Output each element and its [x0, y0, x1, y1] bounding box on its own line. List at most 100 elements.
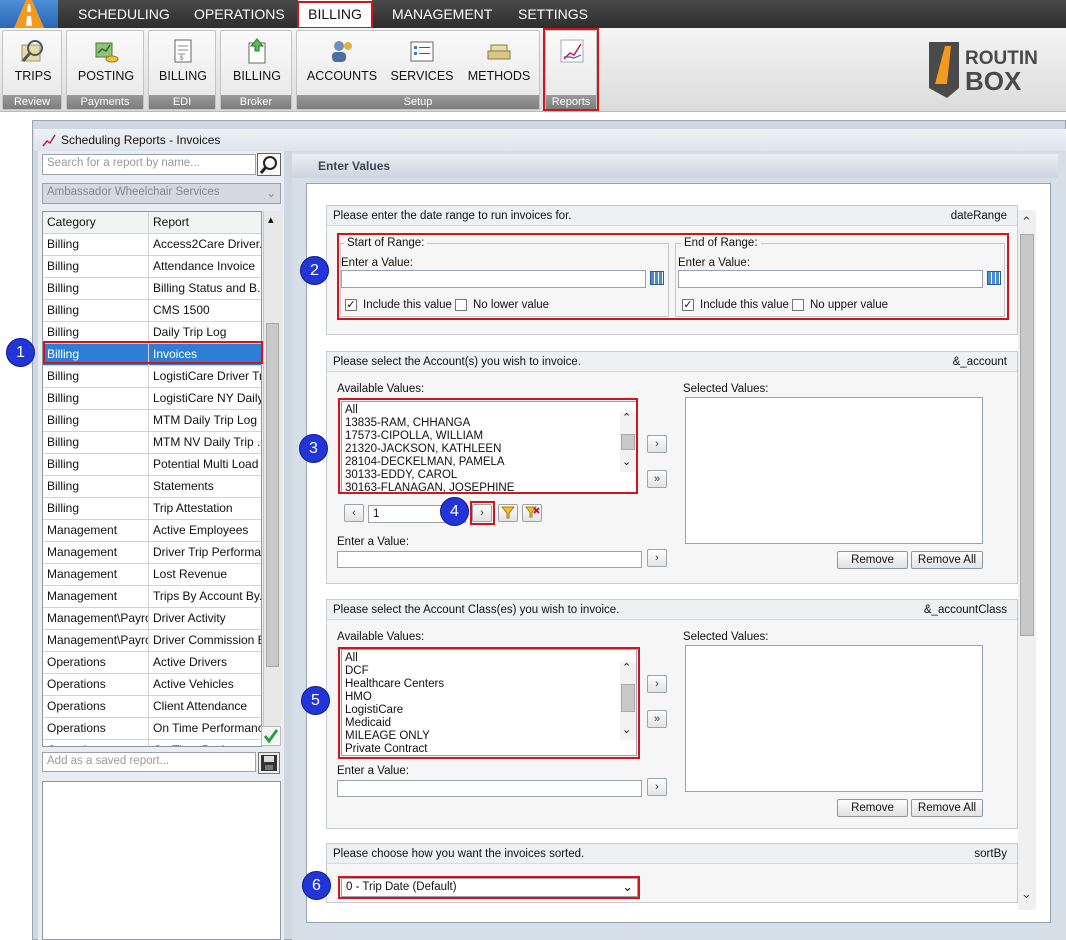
table-row[interactable]: Management\Payroll Driver Activity [43, 608, 261, 630]
company-select[interactable]: Ambassador Wheelchair Services ⌄ [42, 183, 281, 204]
class-value-input[interactable] [337, 780, 642, 797]
scroll-up-icon[interactable]: ⌃ [1021, 214, 1032, 230]
scroll-up-icon[interactable]: ▴ [268, 213, 274, 226]
scroll-down-icon[interactable]: ⌄ [622, 724, 631, 737]
list-item[interactable]: Private Contract [345, 743, 633, 755]
add-all-button[interactable]: » [647, 470, 667, 488]
grid-scroll-thumb[interactable] [266, 323, 279, 667]
sort-select[interactable]: 0 - Trip Date (Default) ⌄ [341, 878, 638, 897]
account-list-scrollbar[interactable]: ⌃ ⌄ [620, 412, 636, 472]
account-value-input[interactable] [337, 551, 642, 568]
class-list-scrollbar[interactable]: ⌃ ⌄ [620, 662, 636, 740]
menu-settings[interactable]: SETTINGS [514, 0, 592, 28]
clear-filter-button[interactable] [522, 504, 542, 522]
parameters-scroll-thumb[interactable] [1020, 234, 1034, 636]
list-item[interactable]: Healthcare Centers [345, 678, 633, 691]
list-item[interactable]: 30163-FLANAGAN, JOSEPHINE [345, 482, 633, 492]
table-row[interactable]: Billing MTM NV Daily Trip ... [43, 432, 261, 454]
class-add-value-button[interactable]: › [647, 778, 667, 796]
saved-report-name-input[interactable]: Add as a saved report... [42, 752, 256, 772]
list-item[interactable]: 30133-EDDY, CAROL [345, 469, 633, 482]
list-item[interactable]: HMO [345, 691, 633, 704]
services-button[interactable]: SERVICES [385, 33, 459, 93]
list-item[interactable]: MILEAGE ONLY [345, 730, 633, 743]
scroll-down-icon[interactable]: ⌄ [622, 456, 631, 469]
reports-button[interactable] [546, 33, 598, 93]
menu-operations[interactable]: OPERATIONS [190, 0, 289, 28]
no-upper-checkbox[interactable] [792, 299, 804, 311]
class-selected-list[interactable] [685, 645, 983, 792]
report-search-input[interactable]: Search for a report by name... [42, 154, 256, 175]
table-row[interactable]: Operations Active Drivers [43, 652, 261, 674]
save-report-button[interactable] [258, 752, 280, 774]
grid-scrollbar[interactable]: ▴ [263, 211, 281, 747]
table-row[interactable]: Management Driver Trip Performa... [43, 542, 261, 564]
page-prev-button[interactable]: ‹ [344, 504, 364, 522]
start-include-checkbox[interactable]: ✓ [345, 299, 357, 311]
list-item[interactable]: 17573-CIPOLLA, WILLIAM [345, 430, 633, 443]
list-item[interactable]: 21320-JACKSON, KATHLEEN [345, 443, 633, 456]
table-row[interactable]: Billing LogistiCare NY Daily... [43, 388, 261, 410]
list-item[interactable]: All [345, 404, 633, 417]
table-row[interactable]: Management Lost Revenue [43, 564, 261, 586]
list-item[interactable]: 13835-RAM, CHHANGA [345, 417, 633, 430]
table-row[interactable]: Billing Invoices [43, 344, 261, 366]
table-row[interactable]: Billing Daily Trip Log [43, 322, 261, 344]
menu-management[interactable]: MANAGEMENT [388, 0, 496, 28]
table-row[interactable]: Management Active Employees [43, 520, 261, 542]
table-row[interactable]: Billing Access2Care Driver... [43, 234, 261, 256]
table-row[interactable]: Billing MTM Daily Trip Log [43, 410, 261, 432]
no-lower-checkbox[interactable] [455, 299, 467, 311]
list-item[interactable]: 28104-DECKELMAN, PAMELA [345, 456, 633, 469]
column-header-report[interactable]: Report [149, 212, 261, 234]
table-row[interactable]: Billing Potential Multi Load ... [43, 454, 261, 476]
apply-button[interactable] [261, 726, 281, 746]
class-add-all-button[interactable]: » [647, 710, 667, 728]
account-remove-button[interactable]: Remove [837, 551, 908, 569]
billing-edi-button[interactable]: $ BILLING [149, 33, 217, 93]
accounts-button[interactable]: ACCOUNTS [301, 33, 383, 93]
scroll-up-icon[interactable]: ⌃ [622, 412, 631, 425]
account-list-thumb[interactable] [621, 434, 635, 450]
list-item[interactable]: DCF [345, 665, 633, 678]
table-row[interactable]: Billing Trip Attestation [43, 498, 261, 520]
list-item[interactable]: LogistiCare [345, 704, 633, 717]
trips-button[interactable]: TRIPS [3, 33, 63, 93]
table-row[interactable]: Billing CMS 1500 [43, 300, 261, 322]
add-selected-button[interactable]: › [647, 435, 667, 453]
billing-broker-button[interactable]: BILLING [221, 33, 293, 93]
class-remove-button[interactable]: Remove [837, 799, 908, 817]
table-row[interactable]: Management Trips By Account By... [43, 586, 261, 608]
calendar-icon[interactable] [987, 271, 1001, 285]
scroll-down-icon[interactable]: ⌄ [1021, 886, 1032, 902]
page-next-button[interactable]: › [472, 504, 492, 522]
table-row[interactable]: Billing Billing Status and B... [43, 278, 261, 300]
class-add-selected-button[interactable]: › [647, 675, 667, 693]
table-row[interactable]: Billing Attendance Invoice [43, 256, 261, 278]
account-selected-list[interactable] [685, 397, 983, 544]
class-available-list[interactable]: All DCF Healthcare Centers HMO LogistiCa… [341, 649, 637, 756]
table-row[interactable]: Operations Client Attendance [43, 696, 261, 718]
saved-reports-list[interactable] [42, 781, 281, 940]
calendar-icon[interactable] [650, 271, 664, 285]
table-row[interactable]: Operations Active Vehicles [43, 674, 261, 696]
account-remove-all-button[interactable]: Remove All [911, 551, 983, 569]
end-date-input[interactable] [678, 270, 983, 288]
methods-button[interactable]: METHODS [461, 33, 537, 93]
scroll-up-icon[interactable]: ⌃ [622, 662, 631, 675]
table-row[interactable]: OperationsOn Time Perf... [43, 740, 261, 746]
end-include-checkbox[interactable]: ✓ [682, 299, 694, 311]
account-add-value-button[interactable]: › [647, 549, 667, 567]
table-row[interactable]: Operations On Time Performance [43, 718, 261, 740]
posting-button[interactable]: POSTING [67, 33, 145, 93]
class-list-thumb[interactable] [621, 684, 635, 712]
table-row[interactable]: Billing Statements [43, 476, 261, 498]
column-header-category[interactable]: Category [43, 212, 149, 234]
list-item[interactable]: Medicaid [345, 717, 633, 730]
filter-button[interactable] [498, 504, 518, 522]
search-button[interactable] [257, 153, 281, 176]
app-logo-tab[interactable] [0, 0, 58, 28]
start-date-input[interactable] [341, 270, 646, 288]
table-row[interactable]: Management\Payroll Driver Commission B... [43, 630, 261, 652]
parameters-scrollbar[interactable]: ⌃ ⌄ [1018, 210, 1036, 910]
